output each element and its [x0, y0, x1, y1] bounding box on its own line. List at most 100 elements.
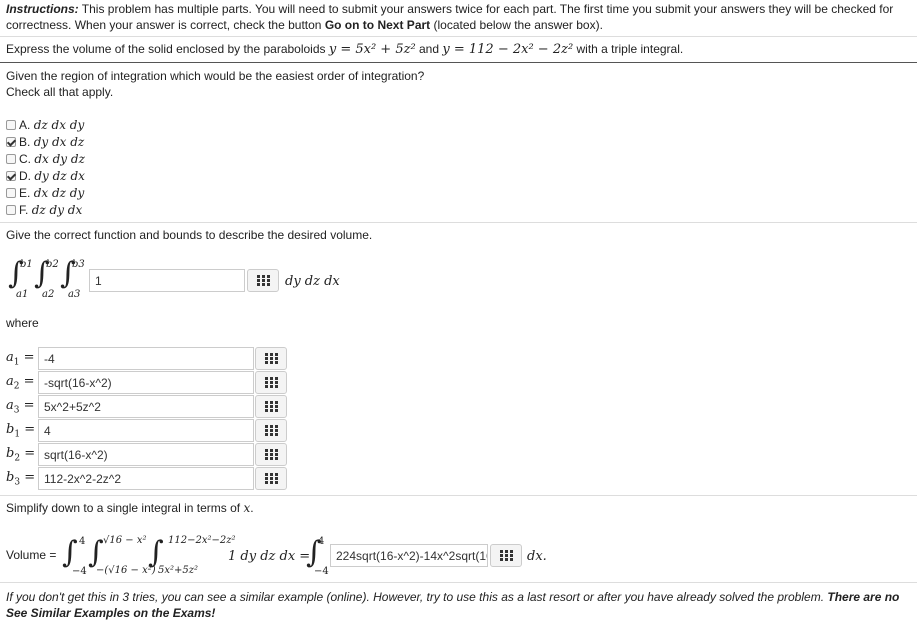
- bound-label-a3: a3 =: [6, 398, 35, 416]
- mid-upper: √16 − x²: [103, 535, 147, 546]
- limit-b1: b1: [20, 259, 33, 270]
- option-c[interactable]: C. dx dy dz: [6, 151, 85, 167]
- matrix-grid-icon: [264, 353, 278, 364]
- divider: [0, 222, 917, 223]
- instructions-block: Instructions: This problem has multiple …: [6, 1, 911, 33]
- instructions-text-3: (located below the answer box).: [430, 18, 603, 32]
- bound-label-b3: b3 =: [6, 470, 36, 488]
- option-b[interactable]: B. dy dx dz: [6, 134, 84, 150]
- option-label: C.: [19, 152, 31, 166]
- option-value: dz dy dx: [31, 203, 83, 217]
- question1-text: Given the region of integration which wo…: [6, 68, 424, 100]
- footer-note: If you don't get this in 3 tries, you ca…: [6, 589, 911, 621]
- problem-statement: Express the volume of the solid enclosed…: [6, 42, 683, 57]
- instructions-label: Instructions:: [6, 2, 79, 16]
- checkbox-icon[interactable]: [6, 205, 16, 215]
- bound-sub: 3: [13, 405, 20, 416]
- single-lower: −4: [314, 566, 329, 577]
- limit-a1: a1: [16, 289, 29, 300]
- limit-a3: a3: [68, 289, 81, 300]
- inner-lower: 5x²+5z²: [158, 565, 199, 576]
- instructions-bold: Go on to Next Part: [324, 18, 431, 32]
- matrix-grid-icon: [264, 377, 278, 388]
- option-value: dx dy dz: [34, 152, 85, 166]
- matrix-grid-icon: [264, 473, 278, 484]
- matrix-button[interactable]: [255, 467, 287, 490]
- problem-eq2: y = 112 − 2x² − 2z²: [442, 42, 574, 57]
- bound-sub: 1: [13, 357, 20, 368]
- option-value: dz dx dy: [33, 118, 85, 132]
- where-label: where: [6, 316, 39, 330]
- instructions-text: This problem has multiple parts. You wil…: [78, 2, 894, 16]
- checkbox-checked-icon[interactable]: [6, 137, 16, 147]
- option-a[interactable]: A. dz dx dy: [6, 117, 84, 133]
- option-d[interactable]: D. dy dz dx: [6, 168, 85, 184]
- matrix-grid-icon: [264, 449, 278, 460]
- limit-b3: b3: [72, 259, 85, 270]
- inner-upper: 112−2x²−2z²: [168, 535, 236, 546]
- bound-sub: 3: [14, 477, 21, 488]
- matrix-grid-icon: [264, 401, 278, 412]
- divider: [0, 495, 917, 496]
- integrand-text: 1 dy dz dx =: [228, 549, 311, 564]
- question3-suffix: .: [250, 501, 254, 515]
- bound-input-a1[interactable]: -4: [38, 347, 254, 370]
- bound-sub: 2: [14, 453, 21, 464]
- matrix-button[interactable]: [255, 347, 287, 370]
- checkbox-icon[interactable]: [6, 120, 16, 130]
- footer-italic: If you don't get this in 3 tries, you ca…: [6, 590, 828, 604]
- divider: [0, 62, 917, 63]
- matrix-button[interactable]: [490, 544, 522, 567]
- option-label: E.: [19, 186, 31, 200]
- matrix-button[interactable]: [255, 443, 287, 466]
- checkbox-icon[interactable]: [6, 188, 16, 198]
- mid-lower: −(√16 − x²): [96, 565, 156, 576]
- bound-var: a: [6, 374, 14, 389]
- question3-prefix: Simplify down to a single integral in te…: [6, 501, 244, 515]
- bound-label-a2: a2 =: [6, 374, 35, 392]
- matrix-button[interactable]: [247, 269, 279, 292]
- integrand-input[interactable]: 1: [89, 269, 245, 292]
- volume-label: Volume =: [6, 548, 57, 562]
- integral-symbol: ∫: [62, 535, 78, 570]
- dx-label: dx.: [527, 549, 547, 564]
- differential-label: dy dz dx: [285, 274, 340, 289]
- divider: [0, 582, 917, 583]
- bound-label-b2: b2 =: [6, 446, 36, 464]
- outer-upper: 4: [79, 536, 86, 547]
- option-f[interactable]: F. dz dy dx: [6, 202, 82, 218]
- option-label: F.: [19, 203, 29, 217]
- bound-input-b2[interactable]: sqrt(16-x^2): [38, 443, 254, 466]
- matrix-grid-icon: [499, 550, 513, 561]
- bound-label-a1: a1 =: [6, 350, 35, 368]
- bound-var: a: [6, 350, 14, 365]
- bound-input-a3[interactable]: 5x^2+5z^2: [38, 395, 254, 418]
- instructions-text-2: correctness. When your answer is correct…: [6, 18, 325, 32]
- checkbox-icon[interactable]: [6, 154, 16, 164]
- checkbox-checked-icon[interactable]: [6, 171, 16, 181]
- bound-label-b1: b1 =: [6, 422, 36, 440]
- option-value: dx dz dy: [33, 186, 85, 200]
- question3-text: Simplify down to a single integral in te…: [6, 501, 254, 515]
- bound-input-b3[interactable]: 112-2x^2-2z^2: [38, 467, 254, 490]
- divider: [0, 36, 917, 37]
- bound-var: a: [6, 398, 14, 413]
- option-label: D.: [19, 169, 31, 183]
- outer-lower: −4: [72, 566, 87, 577]
- question1-line1: Given the region of integration which wo…: [6, 69, 425, 83]
- matrix-button[interactable]: [255, 419, 287, 442]
- option-e[interactable]: E. dx dz dy: [6, 185, 84, 201]
- option-value: dy dx dz: [33, 135, 85, 149]
- option-value: dy dz dx: [34, 169, 85, 183]
- question1-line2: Check all that apply.: [6, 85, 114, 99]
- question2-text: Give the correct function and bounds to …: [6, 228, 373, 242]
- limit-a2: a2: [42, 289, 55, 300]
- bound-input-a2[interactable]: -sqrt(16-x^2): [38, 371, 254, 394]
- matrix-button[interactable]: [255, 395, 287, 418]
- bound-input-b1[interactable]: 4: [38, 419, 254, 442]
- limit-b2: b2: [46, 259, 59, 270]
- matrix-button[interactable]: [255, 371, 287, 394]
- matrix-grid-icon: [264, 425, 278, 436]
- single-integral-input[interactable]: 224sqrt(16-x^2)-14x^2sqrt(16-x^2): [330, 544, 488, 567]
- option-label: A.: [19, 118, 31, 132]
